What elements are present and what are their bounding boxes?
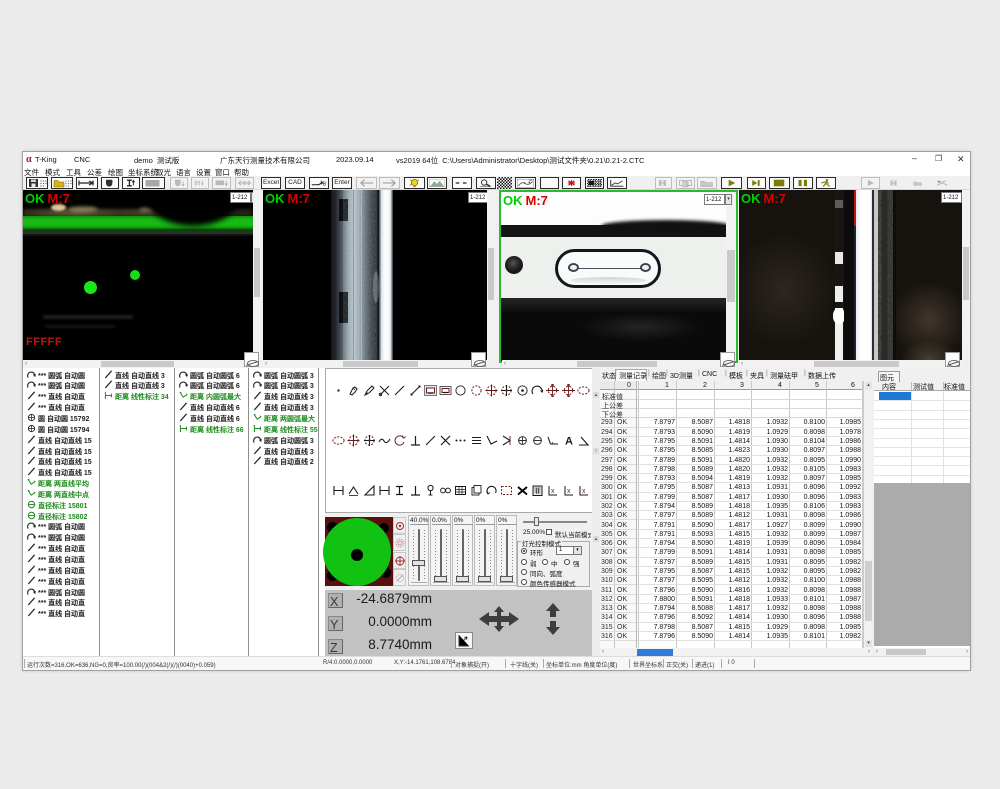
svg-text:X: X [330, 595, 339, 607]
svg-text:A: A [565, 436, 573, 448]
svg-text:B: B [323, 182, 327, 188]
svg-text:x: x [551, 488, 555, 495]
svg-text:Y: Y [330, 618, 339, 630]
svg-text:x: x [582, 488, 586, 495]
svg-text:x: x [567, 488, 571, 495]
svg-text:Z: Z [330, 641, 338, 653]
